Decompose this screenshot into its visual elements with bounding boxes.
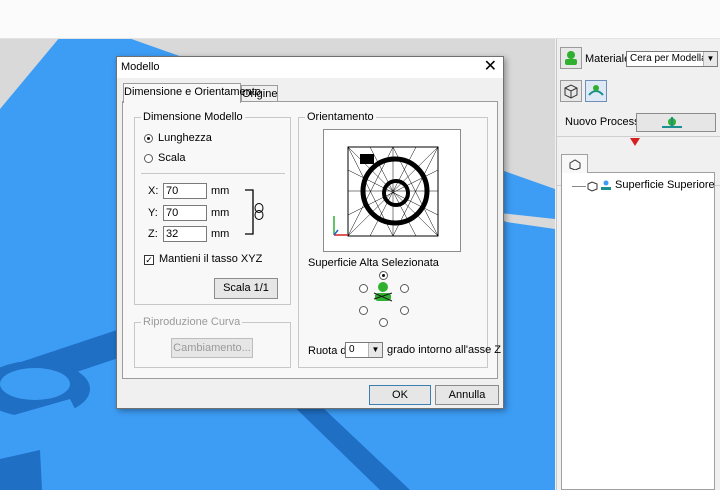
radio-face-back-right[interactable]	[400, 284, 409, 293]
y-label: Y:	[148, 207, 158, 219]
process-tree[interactable]: Superficie Superiore	[561, 172, 715, 490]
rotate-select[interactable]: 0 ▼	[345, 342, 383, 358]
tab-pane: Dimensione Modello Lunghezza Scala X: 70…	[122, 101, 501, 379]
radio-face-front-left[interactable]	[359, 306, 368, 315]
size-divider	[141, 173, 285, 174]
mesh-preview	[333, 146, 439, 237]
material-label: Materiale	[585, 53, 631, 65]
curve-group-title: Riproduzione Curva	[141, 316, 243, 328]
radio-face-front-right[interactable]	[400, 306, 409, 315]
chevron-down-icon: ▼	[368, 343, 382, 357]
ok-button[interactable]: OK	[369, 385, 431, 405]
size-group: Dimensione Modello Lunghezza Scala X: 70…	[134, 111, 291, 305]
arrow-down-icon	[630, 138, 640, 146]
cancel-button[interactable]: Annulla	[435, 385, 499, 405]
process-panel: Materiale Cera per Modellare ▼ Nuovo Pro…	[556, 39, 720, 490]
cube-icon[interactable]	[560, 80, 582, 102]
orientation-group-title: Orientamento	[305, 111, 376, 123]
radio-face-back-left[interactable]	[359, 284, 368, 293]
tool-figure-icon	[373, 282, 393, 302]
x-input[interactable]: 70	[163, 183, 207, 199]
top-toolbar	[0, 0, 720, 39]
scale-reset-button[interactable]: Scala 1/1	[214, 278, 278, 299]
tree-item-top-surface[interactable]: Superficie Superiore	[615, 179, 715, 191]
radio-length-label[interactable]: Lunghezza	[158, 132, 212, 144]
tab-process-tree[interactable]	[561, 154, 588, 173]
radio-length[interactable]	[144, 134, 153, 143]
orientation-preview[interactable]	[323, 129, 461, 252]
surface-small-icon	[601, 180, 611, 190]
material-select[interactable]: Cera per Modellare ▼	[626, 51, 718, 67]
keep-ratio-label[interactable]: Mantieni il tasso XYZ	[159, 253, 262, 265]
surface-label: Superficie Alta Selezionata	[308, 257, 439, 269]
change-button[interactable]: Cambiamento...	[171, 338, 253, 358]
radio-face-top[interactable]	[379, 271, 388, 280]
curve-group: Riproduzione Curva Cambiamento...	[134, 316, 291, 368]
close-icon[interactable]: ✕	[484, 58, 497, 76]
z-unit: mm	[211, 228, 230, 240]
size-group-title: Dimensione Modello	[141, 111, 245, 123]
radio-face-bottom[interactable]	[379, 318, 388, 327]
x-label: X:	[148, 185, 159, 197]
material-icon[interactable]	[560, 47, 582, 69]
x-unit: mm	[211, 185, 230, 197]
dialog-title: Modello	[121, 61, 160, 73]
y-unit: mm	[211, 207, 230, 219]
cube-small-icon	[587, 181, 598, 192]
keep-ratio-checkbox[interactable]: ✓	[144, 255, 154, 265]
tab-size-orientation[interactable]: Dimensione e Orientamento	[123, 83, 261, 103]
new-process-label: Nuovo Processo	[565, 116, 646, 128]
dialog-titlebar[interactable]: Modello ✕	[117, 57, 503, 78]
z-input[interactable]: 32	[163, 226, 207, 242]
z-label: Z:	[148, 228, 158, 240]
chevron-down-icon: ▼	[703, 52, 717, 66]
tree-connector	[572, 186, 586, 187]
rotate-label: Ruota di	[308, 345, 349, 357]
rotate-suffix: grado intorno all'asse Z	[387, 344, 501, 356]
orientation-group: Orientamento Superficie Alta Selezionata…	[298, 111, 501, 368]
surface-icon[interactable]	[585, 80, 607, 102]
y-input[interactable]: 70	[163, 205, 207, 221]
link-chain-icon[interactable]	[243, 184, 269, 240]
model-dialog: Modello ✕ Dimensione e Orientamento Orig…	[116, 56, 504, 409]
rotate-value: 0	[349, 344, 355, 355]
radio-scale-label[interactable]: Scala	[158, 152, 186, 164]
radio-scale[interactable]	[144, 154, 153, 163]
new-process-button[interactable]	[636, 113, 716, 132]
